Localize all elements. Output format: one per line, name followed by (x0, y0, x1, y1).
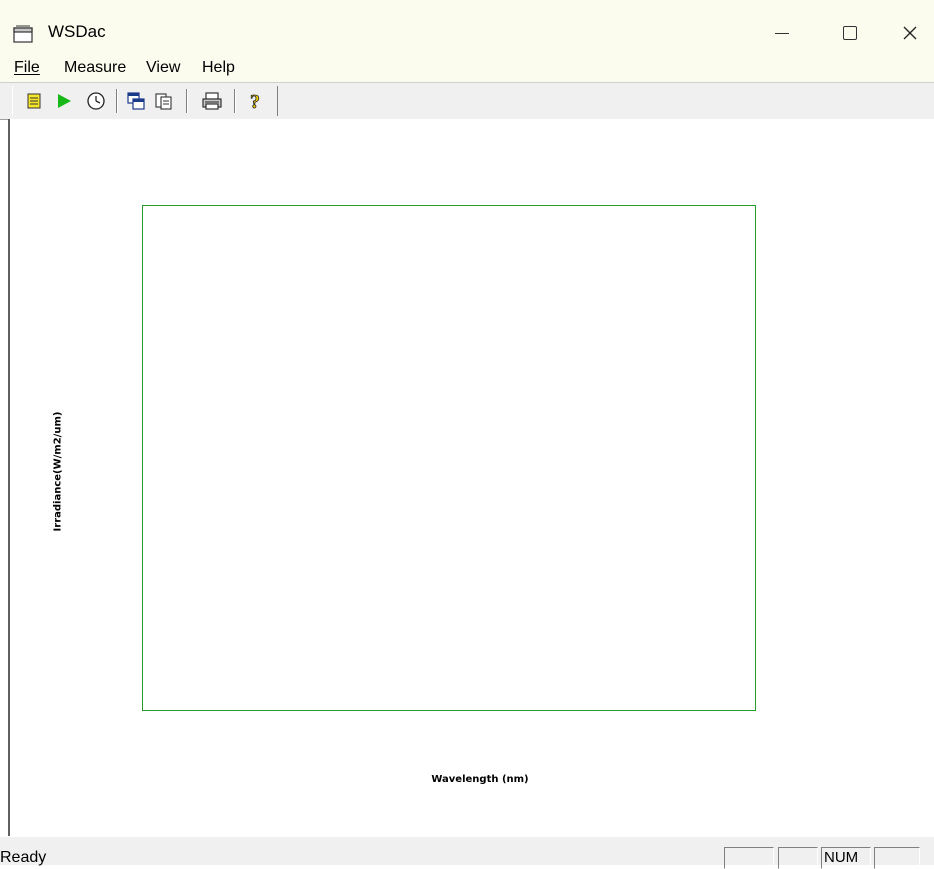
status-pane (724, 847, 774, 869)
menu-view[interactable]: View (146, 59, 180, 77)
plot-frame (142, 205, 756, 711)
svg-text:?: ? (250, 91, 260, 112)
status-pane (778, 847, 818, 869)
status-text: Ready (0, 849, 47, 866)
help-question-icon: ? (250, 91, 261, 112)
paste-icon (155, 93, 172, 110)
clock-icon (87, 92, 105, 110)
status-pane-num: NUM (821, 847, 871, 869)
new-document-button[interactable] (22, 89, 46, 113)
app-window: WSDac File Measure View Help ? Wavelengt… (0, 0, 934, 869)
menu-measure[interactable]: Measure (64, 59, 126, 77)
close-icon (903, 26, 917, 40)
window-app-icon (12, 25, 34, 43)
help-button[interactable]: ? (244, 89, 268, 113)
toolbar-separator (186, 89, 188, 113)
status-bar: Ready NUM (0, 836, 934, 869)
x-axis-label: Wavelength (nm) (431, 774, 529, 785)
play-button[interactable] (52, 89, 76, 113)
menu-bar: File Measure View Help (0, 54, 934, 82)
toolbar-separator (116, 89, 118, 113)
play-icon (58, 94, 71, 108)
close-button[interactable] (880, 12, 934, 54)
title-bar[interactable]: WSDac (0, 0, 934, 54)
minimize-icon (775, 32, 789, 34)
menu-help[interactable]: Help (202, 59, 235, 77)
menu-file[interactable]: File (14, 59, 40, 77)
minimize-button[interactable] (752, 12, 812, 54)
print-button[interactable] (200, 89, 224, 113)
window-title: WSDac (48, 22, 106, 41)
y-axis-label: Irradiance(W/m2/um) (52, 411, 64, 532)
copy-window-icon (127, 92, 145, 110)
paste-button[interactable] (152, 89, 176, 113)
status-pane (874, 847, 920, 869)
maximize-icon (843, 26, 857, 40)
toolbar: ? (0, 82, 934, 120)
copy-window-button[interactable] (124, 89, 148, 113)
clock-button[interactable] (84, 89, 108, 113)
toolbar-separator (234, 89, 236, 113)
print-icon (202, 92, 222, 110)
new-document-icon (27, 93, 41, 109)
maximize-button[interactable] (820, 12, 880, 54)
